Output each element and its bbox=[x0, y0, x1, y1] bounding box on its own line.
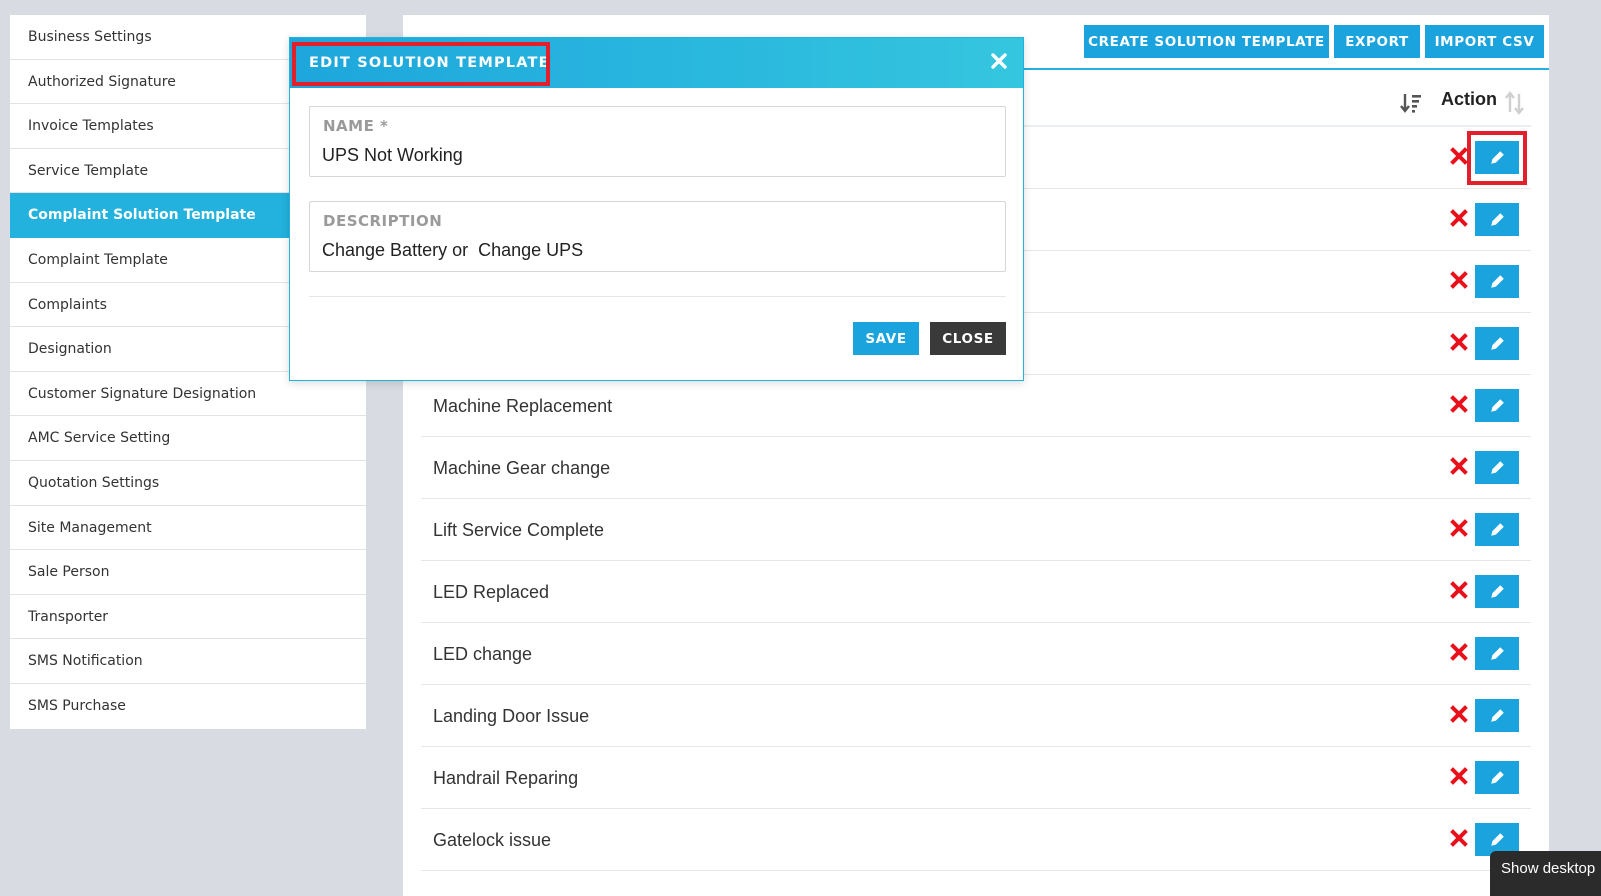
pencil-icon bbox=[1490, 399, 1504, 412]
name-input[interactable] bbox=[322, 143, 992, 167]
delete-icon[interactable] bbox=[1450, 519, 1468, 537]
create-solution-template-button[interactable]: CREATE SOLUTION TEMPLATE bbox=[1084, 25, 1329, 58]
pencil-icon bbox=[1490, 337, 1504, 350]
row-label: Gatelock issue bbox=[433, 830, 552, 850]
pencil-icon bbox=[1490, 213, 1504, 226]
close-icon[interactable] bbox=[989, 51, 1009, 71]
delete-icon[interactable] bbox=[1450, 395, 1468, 413]
pencil-icon bbox=[1490, 833, 1504, 846]
pencil-icon bbox=[1490, 151, 1504, 164]
pencil-icon bbox=[1490, 275, 1504, 288]
sidebar-item-sale-person[interactable]: Sale Person bbox=[10, 550, 366, 595]
row-label: LED Replaced bbox=[433, 582, 550, 602]
delete-icon[interactable] bbox=[1450, 209, 1468, 227]
table-row: Gatelock issue bbox=[421, 809, 1531, 871]
delete-icon[interactable] bbox=[1450, 643, 1468, 661]
description-label: DESCRIPTION bbox=[323, 212, 443, 230]
import-csv-button[interactable]: IMPORT CSV bbox=[1425, 25, 1544, 58]
sort-icon[interactable] bbox=[1504, 91, 1526, 115]
edit-button[interactable] bbox=[1475, 575, 1519, 608]
delete-icon[interactable] bbox=[1450, 705, 1468, 723]
table-row: LED change bbox=[421, 623, 1531, 685]
table-row: Handrail Reparing bbox=[421, 747, 1531, 809]
modal-title: EDIT SOLUTION TEMPLATE bbox=[309, 55, 550, 71]
sidebar-item-site-management[interactable]: Site Management bbox=[10, 506, 366, 551]
sidebar-item-quotation-settings[interactable]: Quotation Settings bbox=[10, 461, 366, 506]
sidebar-item-transporter[interactable]: Transporter bbox=[10, 595, 366, 640]
delete-icon[interactable] bbox=[1450, 147, 1468, 165]
edit-button[interactable] bbox=[1475, 513, 1519, 546]
delete-icon[interactable] bbox=[1450, 581, 1468, 599]
edit-button[interactable] bbox=[1475, 637, 1519, 670]
row-label: LED change bbox=[433, 644, 533, 664]
edit-button[interactable] bbox=[1475, 203, 1519, 236]
modal-header: EDIT SOLUTION TEMPLATE bbox=[290, 38, 1023, 88]
name-field: NAME * bbox=[309, 106, 1006, 177]
pencil-icon bbox=[1490, 523, 1504, 536]
export-button[interactable]: EXPORT bbox=[1334, 25, 1420, 58]
show-desktop-tooltip: Show desktop bbox=[1490, 851, 1601, 896]
delete-icon[interactable] bbox=[1450, 333, 1468, 351]
description-field: DESCRIPTION bbox=[309, 201, 1006, 272]
sidebar-item-sms-notification[interactable]: SMS Notification bbox=[10, 639, 366, 684]
table-row: LED Replaced bbox=[421, 561, 1531, 623]
name-label: NAME * bbox=[323, 117, 389, 135]
pencil-icon bbox=[1490, 709, 1504, 722]
table-row: Machine Gear change bbox=[421, 437, 1531, 499]
table-row: Lift Service Complete bbox=[421, 499, 1531, 561]
pencil-icon bbox=[1490, 647, 1504, 660]
row-label: Lift Service Complete bbox=[433, 520, 605, 540]
sort-icon[interactable] bbox=[1400, 91, 1422, 115]
delete-icon[interactable] bbox=[1450, 829, 1468, 847]
table-row: Landing Door Issue bbox=[421, 685, 1531, 747]
row-label: Machine Replacement bbox=[433, 396, 613, 416]
delete-icon[interactable] bbox=[1450, 767, 1468, 785]
pencil-icon bbox=[1490, 771, 1504, 784]
edit-button[interactable] bbox=[1475, 327, 1519, 360]
pencil-icon bbox=[1490, 461, 1504, 474]
modal-divider bbox=[309, 296, 1006, 297]
table-row: Machine Replacement bbox=[421, 375, 1531, 437]
pencil-icon bbox=[1490, 585, 1504, 598]
edit-button[interactable] bbox=[1475, 141, 1519, 174]
sidebar-item-amc-service-setting[interactable]: AMC Service Setting bbox=[10, 416, 366, 461]
row-label: Handrail Reparing bbox=[433, 768, 579, 788]
save-button[interactable]: SAVE bbox=[853, 322, 919, 355]
row-label: Machine Gear change bbox=[433, 458, 611, 478]
edit-button[interactable] bbox=[1475, 761, 1519, 794]
delete-icon[interactable] bbox=[1450, 457, 1468, 475]
edit-button[interactable] bbox=[1475, 265, 1519, 298]
edit-button[interactable] bbox=[1475, 699, 1519, 732]
row-label: Landing Door Issue bbox=[433, 706, 590, 726]
edit-solution-template-modal: EDIT SOLUTION TEMPLATE NAME * DESCRIPTIO… bbox=[289, 37, 1024, 381]
action-column-header: Action bbox=[1441, 89, 1497, 109]
description-input[interactable] bbox=[322, 238, 992, 262]
edit-button[interactable] bbox=[1475, 389, 1519, 422]
sidebar-item-sms-purchase[interactable]: SMS Purchase bbox=[10, 684, 366, 729]
delete-icon[interactable] bbox=[1450, 271, 1468, 289]
edit-button[interactable] bbox=[1475, 451, 1519, 484]
close-button[interactable]: CLOSE bbox=[930, 322, 1006, 355]
